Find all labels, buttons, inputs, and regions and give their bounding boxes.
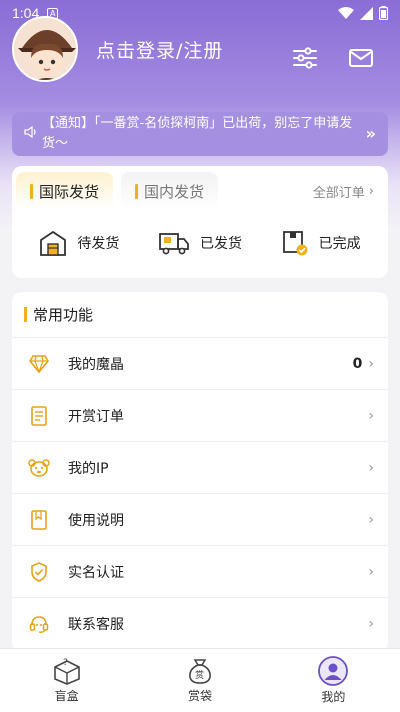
nav-label: 我的	[321, 690, 346, 704]
crystal-count: 0	[352, 355, 363, 372]
bear-icon	[28, 457, 50, 479]
notice-text: 【通知】「一番赏-名侦探柯南」已出荷，别忘了申请发货～	[42, 116, 353, 151]
chevron-right-icon: ›	[368, 511, 374, 528]
settings-sliders-icon[interactable]	[291, 44, 319, 72]
bottom-navigation: ? 盲盒 赏 赏袋 我的	[0, 648, 400, 712]
battery-icon	[379, 6, 388, 20]
chevron-right-icon: ›	[368, 616, 374, 632]
speaker-icon	[24, 125, 36, 139]
shipping-status-row: 待发货 已发货 已完成	[12, 212, 388, 274]
menu-item-my-ip[interactable]: 我的IP ›	[12, 442, 388, 494]
menu-item-label: 实名认证	[68, 564, 124, 581]
menu-item-label: 联系客服	[68, 617, 124, 633]
shield-check-icon	[28, 561, 50, 583]
tab-domestic-shipping[interactable]: 国内发货	[121, 172, 219, 210]
profile-header[interactable]: 点击登录/注册	[12, 16, 223, 82]
tab-accent-bar	[135, 183, 139, 199]
tab-label: 国际发货	[39, 182, 100, 201]
customer-service-icon	[28, 613, 50, 635]
truck-icon	[159, 233, 189, 255]
shipping-tabs: 国际发货 国内发货 全部订单 ›	[12, 166, 388, 212]
manual-icon	[28, 509, 50, 531]
nav-label: 盲盒	[54, 689, 79, 703]
mail-icon[interactable]	[347, 44, 375, 72]
prize-bag-icon: 赏	[189, 659, 211, 684]
profile-icon	[318, 656, 349, 686]
pending-shipment-label: 待发货	[77, 236, 120, 252]
avatar[interactable]	[12, 16, 78, 82]
shipping-card: 国际发货 国内发货 全部订单 › 待发货 已发货 已完成	[12, 166, 388, 278]
menu-item-label: 我的魔晶	[68, 356, 124, 373]
all-orders-label: 全部订单	[312, 185, 365, 201]
chevron-right-icon: ›	[368, 459, 374, 476]
completed-box-icon	[282, 231, 308, 256]
menu-item-label: 我的IP	[68, 460, 109, 477]
nav-label: 赏袋	[187, 689, 212, 703]
mystery-box-icon: ?	[53, 658, 80, 685]
shipped-button[interactable]: 已发货	[158, 229, 242, 257]
login-register-link[interactable]: 点击登录/注册	[96, 36, 223, 63]
pending-shipment-button[interactable]: 待发货	[39, 229, 119, 257]
chevron-right-icon: ›	[368, 563, 374, 580]
warehouse-icon	[40, 230, 67, 256]
menu-item-customer-service[interactable]: 联系客服 ›	[12, 598, 388, 650]
chevron-right-icon: ›	[368, 355, 374, 372]
all-orders-link[interactable]: 全部订单 ›	[313, 182, 374, 201]
tab-accent-bar	[30, 183, 33, 199]
menu-item-instructions[interactable]: 使用说明 ›	[12, 494, 388, 546]
shipped-label: 已发货	[199, 236, 242, 252]
order-list-icon	[28, 405, 50, 427]
chevron-right-icon: ›	[368, 407, 374, 424]
signal-icon	[360, 6, 373, 20]
completed-label: 已完成	[318, 236, 361, 252]
menu-item-identity-verification[interactable]: 实名认证 ›	[12, 546, 388, 598]
notice-banner[interactable]: 【通知】「一番赏-名侦探柯南」已出荷，别忘了申请发货～ »	[12, 112, 388, 156]
nav-mine[interactable]: 我的	[267, 649, 400, 712]
double-chevron-right-icon[interactable]: »	[366, 124, 376, 144]
chevron-right-icon: ›	[368, 183, 374, 199]
svg-text:赏: 赏	[195, 669, 204, 681]
wifi-icon	[338, 7, 354, 19]
section-title-text: 常用功能	[33, 306, 94, 324]
common-functions-card: 常用功能 我的魔晶 0 › 开赏订单 › 我的IP › 使用说明 › 实名认证	[12, 292, 388, 652]
nav-mystery-box[interactable]: ? 盲盒	[0, 649, 133, 712]
menu-item-my-crystals[interactable]: 我的魔晶 0 ›	[12, 338, 388, 390]
diamond-icon	[28, 353, 50, 375]
tab-label: 国内发货	[144, 182, 205, 201]
section-title: 常用功能	[12, 292, 388, 338]
menu-item-label: 使用说明	[68, 512, 124, 529]
svg-text:?: ?	[63, 658, 68, 668]
tab-international-shipping[interactable]: 国际发货	[16, 172, 114, 210]
completed-button[interactable]: 已完成	[281, 229, 361, 257]
menu-item-label: 开赏订单	[68, 408, 124, 425]
menu-item-prize-orders[interactable]: 开赏订单 ›	[12, 390, 388, 442]
title-accent-bar	[24, 307, 27, 322]
nav-prize-bag[interactable]: 赏 赏袋	[133, 649, 266, 712]
